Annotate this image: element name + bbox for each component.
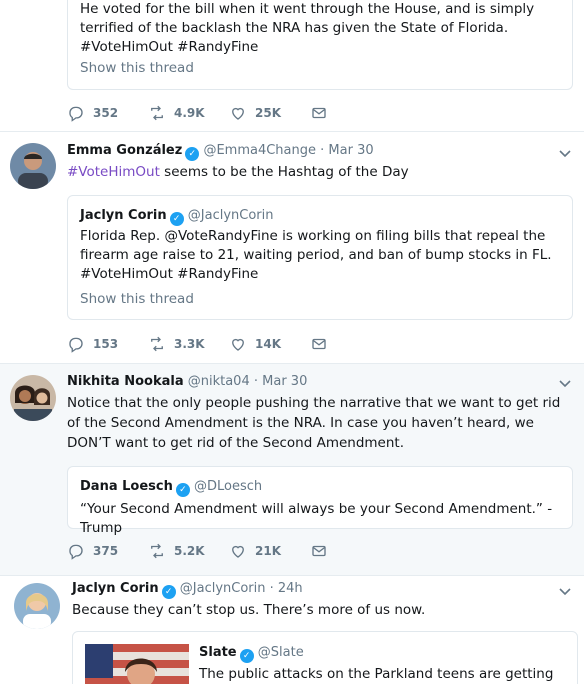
quoted-tweet-header: Dana Loesch ✓ @DLoesch <box>80 478 262 497</box>
verified-icon: ✓ <box>175 483 190 497</box>
reply-count: 153 <box>93 337 119 351</box>
message-button[interactable] <box>310 542 336 560</box>
reply-icon <box>69 337 83 353</box>
quoted-tweet[interactable]: Slate ✓ @Slate The public attacks on the … <box>72 631 578 684</box>
retweet-icon <box>151 105 163 121</box>
tweet[interactable]: Emma González ✓ @Emma4Change · Mar 30 #Vo… <box>0 131 584 363</box>
quoted-username: @Slate <box>257 645 304 660</box>
display-name[interactable]: Nikhita Nookala <box>67 374 184 389</box>
quoted-tweet-header: Jaclyn Corin ✓ @JaclynCorin <box>80 207 273 226</box>
quoted-tweet[interactable]: Jaclyn Corin ✓ @JaclynCorin Florida Rep. … <box>67 195 573 320</box>
like-count: 14K <box>255 337 281 351</box>
retweet-icon <box>151 336 163 352</box>
quoted-username: @DLoesch <box>194 479 263 494</box>
verified-icon: ✓ <box>185 147 200 161</box>
quoted-tweet-header: Slate ✓ @Slate <box>199 644 304 663</box>
quoted-tweet-image <box>85 644 189 684</box>
retweet-button[interactable]: 5.2K <box>148 542 229 560</box>
tweet-text: Because they can’t stop us. There’s more… <box>72 602 426 618</box>
quoted-display-name: Dana Loesch <box>80 479 173 494</box>
message-icon <box>312 545 326 557</box>
reply-icon <box>69 544 83 560</box>
retweet-icon <box>151 543 163 559</box>
timestamp[interactable]: · 24h <box>270 581 303 596</box>
show-thread-link[interactable]: Show this thread <box>80 60 194 76</box>
tweet-text: Notice that the only people pushing the … <box>67 395 561 451</box>
verified-icon: ✓ <box>239 649 254 663</box>
quoted-display-name: Jaclyn Corin <box>80 208 167 223</box>
quoted-tweet-text: “Your Second Amendment will always be yo… <box>80 501 553 536</box>
like-icon <box>232 338 244 351</box>
like-count: 21K <box>255 544 281 558</box>
tweet[interactable]: Jaclyn Corin ✓ @JaclynCorin · 24h Because… <box>0 575 584 684</box>
retweet-count: 5.2K <box>174 544 205 558</box>
timestamp[interactable]: · Mar 30 <box>254 374 307 389</box>
tweet-header: Emma González ✓ @Emma4Change · Mar 30 <box>67 142 374 161</box>
tweet[interactable]: He voted for the bill when it went throu… <box>0 0 584 131</box>
avatar[interactable] <box>14 583 60 629</box>
like-button[interactable]: 14K <box>229 335 310 353</box>
tweet-actions: 153 3.3K 14K <box>67 334 336 354</box>
message-icon <box>312 107 326 119</box>
quoted-display-name: Slate <box>199 645 237 660</box>
chevron-down-icon[interactable] <box>558 584 572 598</box>
reply-count: 352 <box>93 106 119 120</box>
retweet-button[interactable]: 3.3K <box>148 335 229 353</box>
tweet-text: #VoteHimOut seems to be the Hashtag of t… <box>67 164 409 180</box>
username[interactable]: @nikta04 <box>188 374 250 389</box>
tweet-header: Jaclyn Corin ✓ @JaclynCorin · 24h <box>72 580 303 599</box>
tweet[interactable]: Nikhita Nookala @nikta04 · Mar 30 Notice… <box>0 363 584 575</box>
retweet-count: 3.3K <box>174 337 205 351</box>
like-icon <box>232 545 244 558</box>
reply-button[interactable]: 375 <box>67 542 148 560</box>
avatar[interactable] <box>10 143 56 189</box>
show-thread-link[interactable]: Show this thread <box>80 291 194 307</box>
quoted-tweet-text: He voted for the bill when it went throu… <box>80 1 535 55</box>
like-button[interactable]: 25K <box>229 104 310 122</box>
quoted-tweet-text: Florida Rep. @VoteRandyFine is working o… <box>80 228 552 282</box>
tweet-actions: 375 5.2K 21K <box>67 541 336 561</box>
chevron-down-icon[interactable] <box>558 376 572 390</box>
quoted-tweet-text: The public attacks on the Parkland teens… <box>199 666 554 682</box>
display-name[interactable]: Emma González <box>67 143 182 158</box>
tweet-actions: 352 4.9K 25K <box>67 103 336 123</box>
message-icon <box>312 338 326 350</box>
retweet-count: 4.9K <box>174 106 205 120</box>
timestamp[interactable]: · Mar 30 <box>320 143 373 158</box>
reply-button[interactable]: 352 <box>67 104 148 122</box>
chevron-down-icon[interactable] <box>558 146 572 160</box>
avatar[interactable] <box>10 375 56 421</box>
quoted-tweet[interactable]: Dana Loesch ✓ @DLoesch “Your Second Amend… <box>67 466 573 536</box>
message-button[interactable] <box>310 335 336 353</box>
hashtag-link[interactable]: #VoteHimOut <box>67 164 160 180</box>
quoted-tweet[interactable]: He voted for the bill when it went throu… <box>67 0 573 90</box>
username[interactable]: @JaclynCorin <box>180 581 266 596</box>
reply-count: 375 <box>93 544 119 558</box>
like-button[interactable]: 21K <box>229 542 310 560</box>
reply-button[interactable]: 153 <box>67 335 148 353</box>
quoted-username: @JaclynCorin <box>187 208 274 223</box>
verified-icon: ✓ <box>169 212 184 226</box>
message-button[interactable] <box>310 104 336 122</box>
reply-icon <box>69 106 83 122</box>
retweet-button[interactable]: 4.9K <box>148 104 229 122</box>
like-icon <box>232 107 244 120</box>
like-count: 25K <box>255 106 281 120</box>
username[interactable]: @Emma4Change <box>203 143 316 158</box>
verified-icon: ✓ <box>161 585 176 599</box>
tweet-header: Nikhita Nookala @nikta04 · Mar 30 <box>67 373 307 391</box>
display-name[interactable]: Jaclyn Corin <box>72 581 159 596</box>
